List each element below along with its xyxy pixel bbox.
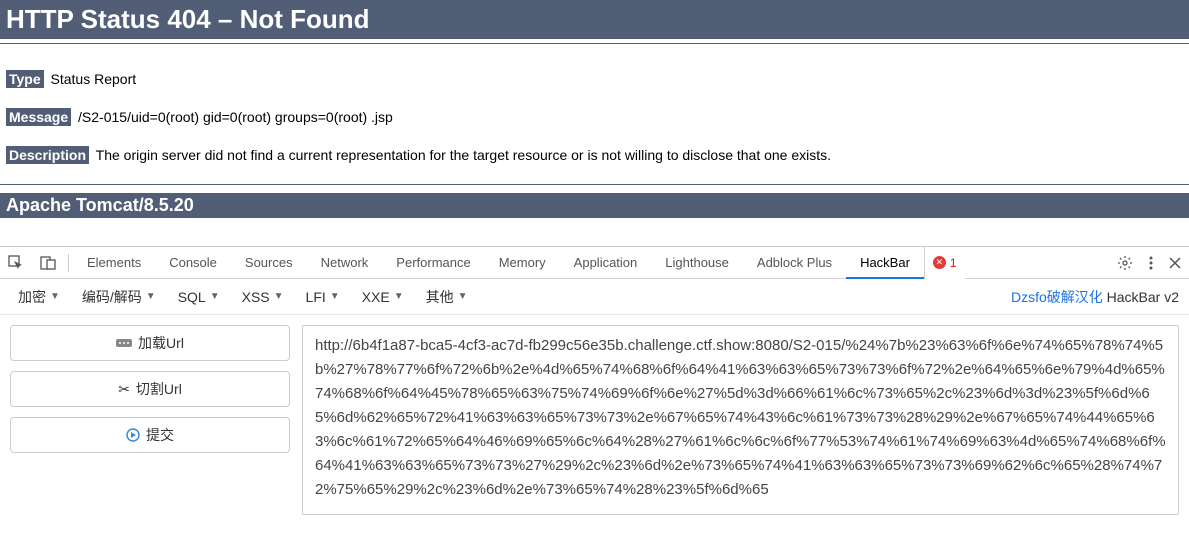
load-icon — [116, 337, 132, 349]
error-description-row: Description The origin server did not fi… — [0, 144, 1189, 166]
error-type-row: Type Status Report — [0, 68, 1189, 90]
tab-console[interactable]: Console — [155, 247, 231, 279]
dropdown-sql[interactable]: SQL▼ — [170, 285, 228, 309]
tab-elements[interactable]: Elements — [73, 247, 155, 279]
url-textarea[interactable]: http://6b4f1a87-bca5-4cf3-ac7d-fb299c56e… — [302, 325, 1179, 515]
load-url-label: 加载Url — [138, 333, 184, 353]
error-badge[interactable]: ✕ 1 — [924, 247, 965, 279]
tab-application[interactable]: Application — [560, 247, 652, 279]
hackbar-actions: 加载Url ✂ 切割Url 提交 — [10, 325, 290, 515]
message-value: /S2-015/uid=0(root) gid=0(root) groups=0… — [78, 109, 393, 125]
hackbar-version: HackBar v2 — [1103, 289, 1179, 305]
error-x-icon: ✕ — [933, 256, 946, 269]
divider — [0, 43, 1189, 44]
dropdown-lfi[interactable]: LFI▼ — [298, 285, 348, 309]
devtools-panel: Elements Console Sources Network Perform… — [0, 246, 1189, 525]
load-url-button[interactable]: 加载Url — [10, 325, 290, 361]
dropdown-xxe[interactable]: XXE▼ — [354, 285, 412, 309]
more-icon[interactable] — [1141, 255, 1161, 271]
split-url-label: 切割Url — [136, 379, 182, 399]
tab-adblock[interactable]: Adblock Plus — [743, 247, 846, 279]
dropdown-other[interactable]: 其他▼ — [418, 283, 476, 311]
type-label: Type — [6, 70, 44, 88]
dropdown-encode[interactable]: 编码/解码▼ — [74, 283, 164, 311]
inspect-icon[interactable] — [0, 255, 32, 271]
tab-lighthouse[interactable]: Lighthouse — [651, 247, 743, 279]
split-url-button[interactable]: ✂ 切割Url — [10, 371, 290, 407]
hackbar-toolbar: 加密▼ 编码/解码▼ SQL▼ XSS▼ LFI▼ XXE▼ 其他▼ Dzsfo… — [0, 279, 1189, 315]
tab-performance[interactable]: Performance — [382, 247, 484, 279]
scissors-icon: ✂ — [118, 381, 130, 398]
hackbar-credit: Dzsfo破解汉化 HackBar v2 — [1011, 287, 1179, 307]
device-toggle-icon[interactable] — [32, 255, 64, 271]
error-title: HTTP Status 404 – Not Found — [0, 0, 1189, 39]
submit-label: 提交 — [146, 425, 174, 445]
dropdown-xss[interactable]: XSS▼ — [234, 285, 292, 309]
close-icon[interactable] — [1161, 257, 1189, 269]
error-message-row: Message /S2-015/uid=0(root) gid=0(root) … — [0, 106, 1189, 128]
submit-button[interactable]: 提交 — [10, 417, 290, 453]
credit-link[interactable]: Dzsfo破解汉化 — [1011, 289, 1103, 305]
settings-icon[interactable] — [1109, 255, 1141, 271]
message-label: Message — [6, 108, 71, 126]
description-value: The origin server did not find a current… — [96, 147, 831, 163]
server-version: Apache Tomcat/8.5.20 — [0, 193, 1189, 218]
tab-sources[interactable]: Sources — [231, 247, 307, 279]
type-value: Status Report — [51, 71, 137, 87]
tab-memory[interactable]: Memory — [485, 247, 560, 279]
error-count: 1 — [950, 256, 957, 270]
tab-network[interactable]: Network — [307, 247, 383, 279]
play-icon — [126, 428, 140, 442]
description-label: Description — [6, 146, 89, 164]
hackbar-body: 加载Url ✂ 切割Url 提交 http://6b4f1a87-bca5-4c… — [0, 315, 1189, 525]
devtools-tabbar: Elements Console Sources Network Perform… — [0, 247, 1189, 279]
divider — [0, 184, 1189, 185]
dropdown-encrypt[interactable]: 加密▼ — [10, 283, 68, 311]
tomcat-error-page: HTTP Status 404 – Not Found Type Status … — [0, 0, 1189, 218]
tab-hackbar[interactable]: HackBar — [846, 247, 924, 279]
